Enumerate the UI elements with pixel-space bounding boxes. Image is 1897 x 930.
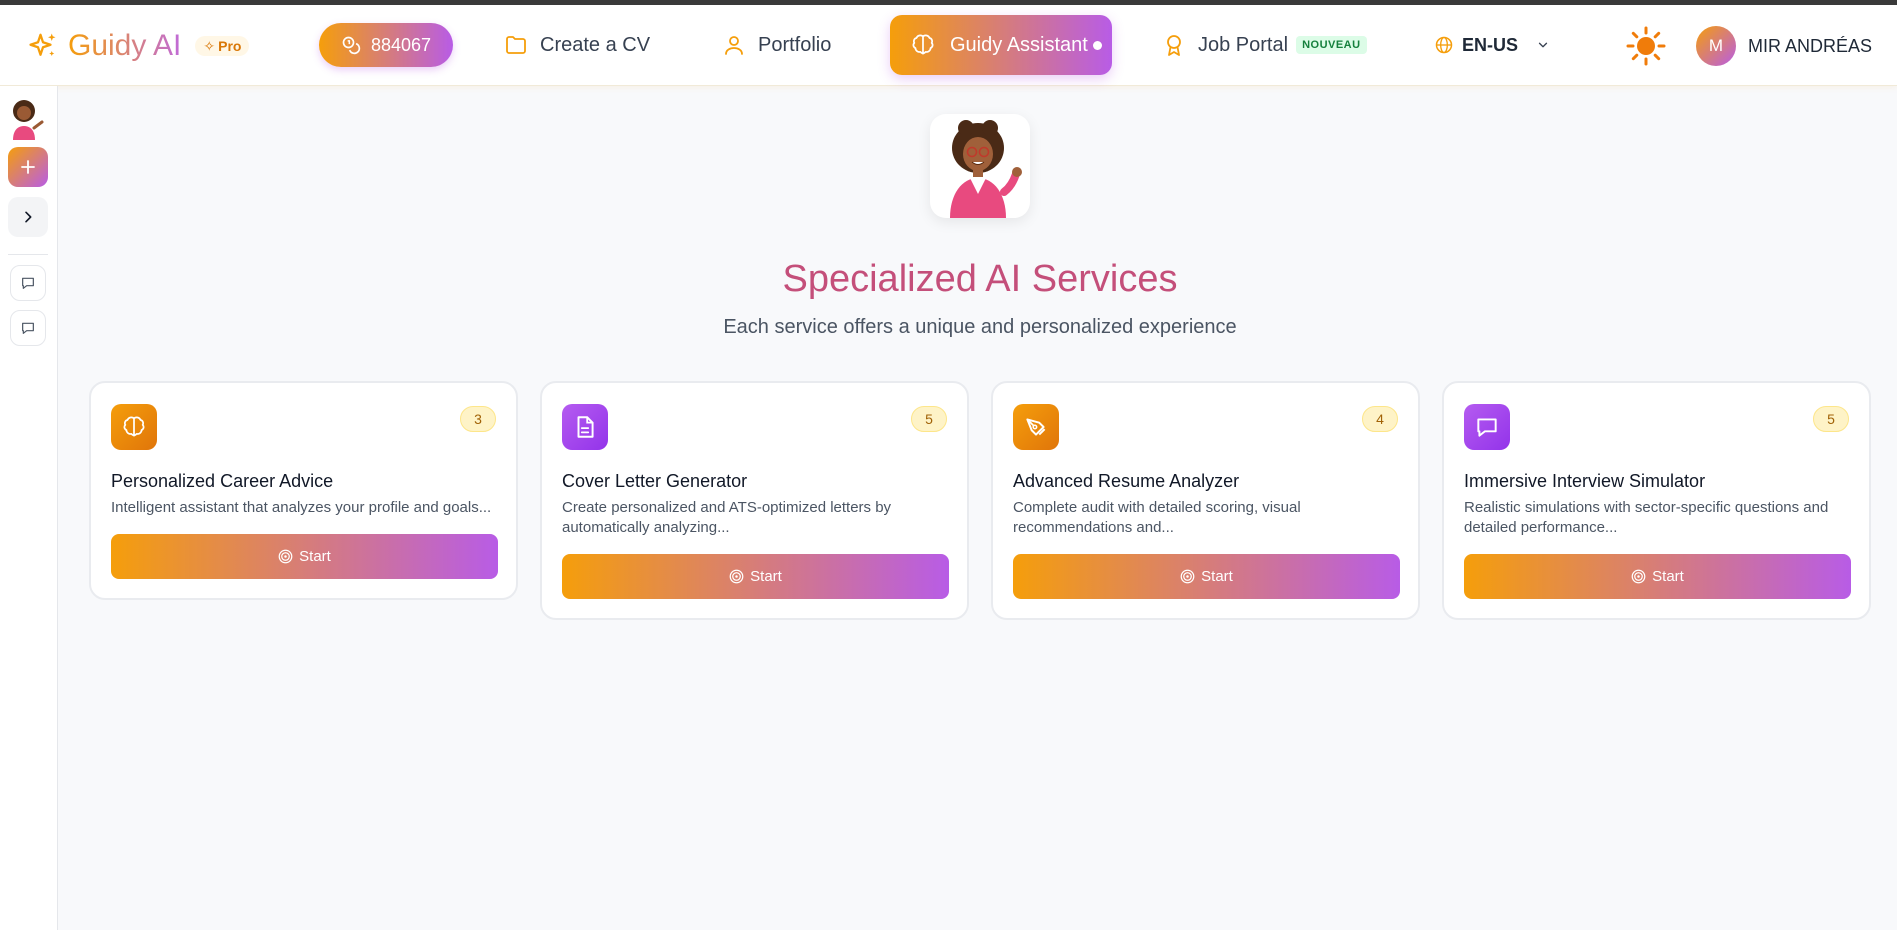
nav-guidy-assistant[interactable]: Guidy Assistant [890,15,1112,75]
start-button-label: Start [750,568,782,585]
chat-icon [1477,418,1497,437]
start-button[interactable]: Start [1464,554,1851,599]
user-icon [725,36,743,55]
globe-icon [1435,36,1453,54]
brand-name: Guidy AI [68,29,182,62]
brain-icon [912,34,934,55]
usage-count-badge: 4 [1362,406,1398,432]
chevron-down-icon [1538,42,1548,48]
service-icon [1013,404,1059,450]
credits-count: 884067 [370,34,432,55]
credits-button[interactable]: 884067 [319,23,453,67]
sun-icon[interactable] [1626,26,1666,66]
start-button[interactable]: Start [111,534,498,579]
pro-badge: ✧ Pro [195,36,250,56]
assistant-avatar-illustration [930,114,1030,218]
brain-icon [123,416,145,437]
start-button-label: Start [1652,568,1684,585]
assistant-illustration-icon [950,120,1022,218]
target-icon [729,569,744,584]
usage-count-badge: 3 [460,406,496,432]
service-description: Realistic simulations with sector-specif… [1464,499,1829,536]
service-icon [562,404,608,450]
service-description: Complete audit with detailed scoring, vi… [1013,499,1301,536]
nav-portfolio[interactable]: Portfolio [722,23,831,67]
brand-logo[interactable]: Guidy AI ✧ Pro [28,29,250,63]
folder-icon [506,36,526,54]
app-window: Guidy AI ✧ Pro 884067 Create a CV Portfo… [0,5,1897,930]
start-button-label: Start [299,548,331,565]
target-icon [1631,569,1646,584]
start-button[interactable]: Start [1013,554,1400,599]
coins-icon [342,36,361,55]
nav-create-cv-label: Create a CV [540,33,651,56]
new-badge: NOUVEAU [1296,36,1367,54]
service-title: Advanced Resume Analyzer [1013,471,1240,491]
target-icon [1180,569,1195,584]
language-selector[interactable]: EN-US [1434,23,1550,67]
user-menu[interactable]: M MIR ANDRÉAS [1696,25,1872,67]
nav-job-portal-label: Job Portal [1198,33,1289,56]
nav-job-portal[interactable]: Job Portal NOUVEAU [1162,23,1367,67]
top-header: Guidy AI ✧ Pro 884067 Create a CV Portfo… [0,5,1897,86]
usage-count-badge: 5 [1813,406,1849,432]
start-button-label: Start [1201,568,1233,585]
page-subtitle: Each service offers a unique and persona… [723,316,1237,338]
nav-portfolio-label: Portfolio [758,33,832,56]
sparkle-small-icon: ✧ [203,37,216,54]
service-card-cover-letter: 5 Cover Letter Generator Create personal… [540,381,969,620]
nav-create-cv[interactable]: Create a CV [504,23,650,67]
award-icon [1167,35,1181,56]
service-title: Personalized Career Advice [111,471,334,491]
user-avatar: M [1696,26,1736,66]
service-title: Cover Letter Generator [562,471,748,491]
service-icon [1464,404,1510,450]
service-description: Create personalized and ATS-optimized le… [562,499,892,536]
sidebar-divider [8,254,48,255]
user-name: MIR ANDRÉAS [1748,35,1873,56]
usage-count-badge: 5 [911,406,947,432]
service-card-career-advice: 3 Personalized Career Advice Intelligent… [89,381,518,600]
service-description: Intelligent assistant that analyzes your… [111,499,492,516]
service-card-resume-analyzer: 4 Advanced Resume Analyzer Complete audi… [991,381,1420,620]
language-code: EN-US [1462,34,1519,55]
left-sidebar [0,86,58,930]
nav-guidy-assistant-label: Guidy Assistant [950,33,1088,56]
pen-tool-icon [1026,418,1046,436]
plus-icon [21,160,35,174]
start-button[interactable]: Start [562,554,949,599]
service-card-interview-simulator: 5 Immersive Interview Simulator Realisti… [1442,381,1871,620]
new-chat-button[interactable] [8,147,48,187]
sparkles-icon [29,33,56,56]
pro-badge-label: Pro [218,38,242,54]
chevron-right-icon [25,211,32,223]
expand-sidebar-button[interactable] [8,197,48,237]
page-title: Specialized AI Services [782,258,1178,300]
service-title: Immersive Interview Simulator [1464,471,1706,491]
service-icon [111,404,157,450]
target-icon [278,549,293,564]
assistant-avatar-icon[interactable] [8,98,48,140]
document-icon [577,416,594,438]
active-indicator-dot [1093,41,1102,50]
